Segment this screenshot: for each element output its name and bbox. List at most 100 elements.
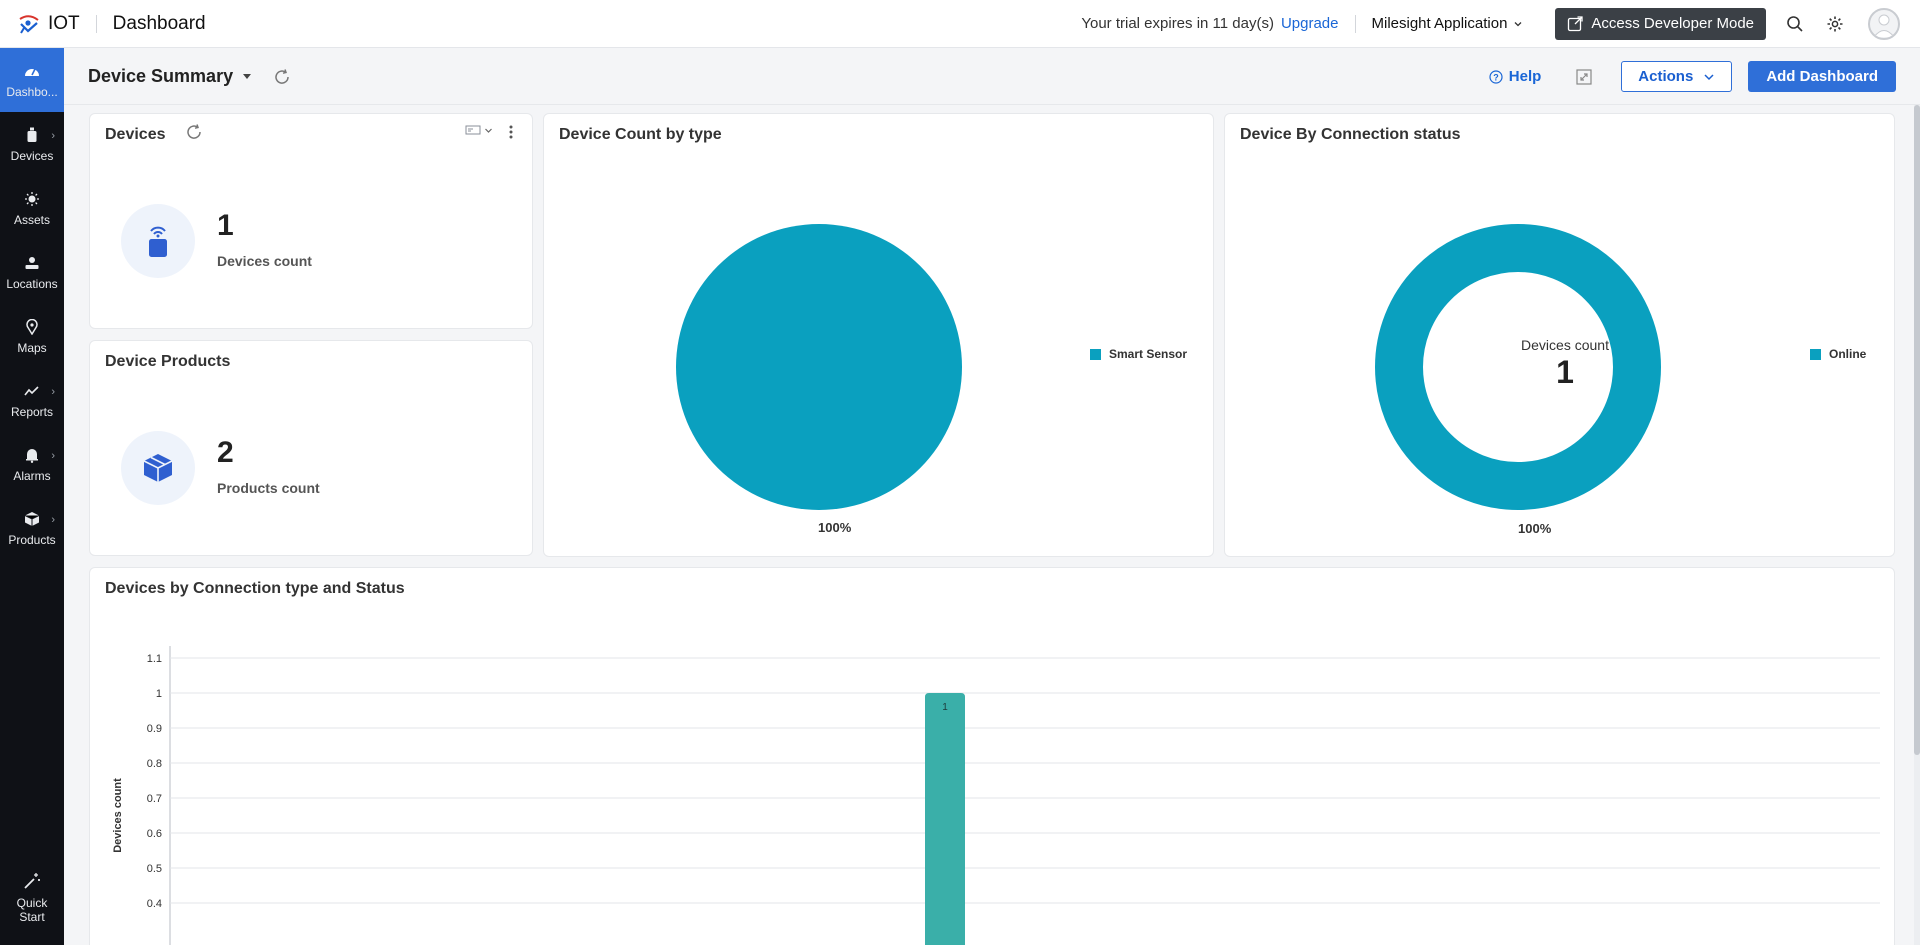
sidebar-item-label: Assets: [13, 212, 50, 227]
sidebar-item-maps[interactable]: Maps: [0, 304, 64, 368]
bar-chart: 1.1 1 0.9 0.8 0.7 0.6 0.5 0.4 Devices count 1: [112, 646, 1880, 945]
sidebar-item-assets[interactable]: Assets: [0, 176, 64, 240]
app-name: Milesight Application: [1371, 15, 1508, 32]
sidebar-item-products[interactable]: Products ›: [0, 496, 64, 560]
pie-slice[interactable]: [676, 224, 962, 510]
view-switcher[interactable]: [465, 124, 493, 136]
actions-label: Actions: [1638, 68, 1694, 85]
slice-percent-label: 100%: [818, 520, 852, 535]
chevron-down-icon: [1704, 73, 1714, 80]
avatar[interactable]: [1868, 7, 1900, 40]
widget-title: Devices: [105, 126, 166, 143]
legend-item[interactable]: Smart Sensor: [1090, 347, 1187, 361]
legend-swatch: [1090, 348, 1101, 360]
brand-name: IOT: [48, 12, 80, 34]
sidebar-item-label: Products: [8, 532, 56, 547]
developer-mode-button[interactable]: Access Developer Mode: [1555, 7, 1766, 40]
upgrade-link[interactable]: Upgrade: [1281, 15, 1339, 32]
slice-percent-label: 100%: [1518, 521, 1552, 536]
legend-label: Smart Sensor: [1109, 347, 1188, 361]
products-count-value: 2: [217, 436, 234, 469]
help-icon: ?: [1489, 69, 1503, 84]
y-tick-label: 1.1: [147, 653, 162, 665]
sidebar-item-label: Maps: [17, 340, 47, 355]
sidebar-item-reports[interactable]: Reports ›: [0, 368, 64, 432]
y-axis-label: Devices count: [112, 778, 124, 853]
legend-label: Online: [1829, 347, 1867, 361]
widget-title: Device Products: [105, 353, 231, 370]
magic-wand-icon: [24, 873, 40, 889]
help-link[interactable]: ? Help: [1489, 68, 1541, 85]
card-view-icon: [465, 125, 481, 135]
app-selector[interactable]: Milesight Application: [1372, 15, 1524, 32]
y-tick-label: 0.8: [147, 758, 162, 770]
device-icon: [23, 126, 41, 144]
iot-logo-icon: [16, 11, 42, 37]
sidebar-item-label: Dashbo...: [6, 84, 58, 99]
asset-icon: [23, 190, 41, 208]
sidebar-item-dashboard[interactable]: Dashbo...: [0, 48, 64, 112]
developer-mode-label: Access Developer Mode: [1591, 15, 1754, 32]
quick-start-button[interactable]: Quick Start: [0, 864, 64, 934]
brand[interactable]: IOT Dashboard: [0, 0, 206, 48]
products-count-label: Products count: [217, 480, 320, 496]
external-link-icon: [1568, 15, 1584, 31]
search-icon[interactable]: [1784, 13, 1806, 35]
trial-text: Your trial expires in 11 day(s): [1081, 15, 1274, 32]
page-name: Dashboard: [112, 12, 206, 34]
sidebar-item-label: Devices: [10, 148, 54, 163]
add-dashboard-label: Add Dashboard: [1766, 68, 1878, 85]
sidebar-item-alarms[interactable]: Alarms ›: [0, 432, 64, 496]
chevron-right-icon: ›: [51, 386, 55, 398]
chevron-right-icon: ›: [51, 450, 55, 462]
sidebar-item-label: Alarms: [13, 468, 51, 483]
donut-chart: [1375, 224, 1661, 510]
y-tick-label: 0.9: [147, 723, 162, 735]
scrollbar-thumb[interactable]: [1914, 105, 1920, 755]
dashboard-icon: [23, 62, 41, 80]
refresh-icon[interactable]: [185, 123, 203, 141]
bar-data-label: 1: [942, 702, 948, 713]
devices-count-value: 1: [217, 209, 234, 242]
products-widget: Device Products 2 Products count: [89, 340, 533, 556]
device-count-by-type-widget: Device Count by type Smart Sensor 100%: [543, 113, 1214, 557]
chevron-right-icon: ›: [51, 514, 55, 526]
page-scrollbar[interactable]: [1914, 105, 1920, 945]
more-vertical-icon[interactable]: [508, 124, 514, 140]
sidebar-item-locations[interactable]: Locations: [0, 240, 64, 304]
sidebar-item-label: Reports: [10, 404, 54, 419]
sidebar: Dashbo... Devices › Assets Locations Map…: [0, 48, 64, 945]
dashboard-selector[interactable]: Device Summary: [88, 66, 252, 87]
quick-start-label: Quick: [16, 896, 48, 910]
product-kpi-icon: [121, 431, 195, 505]
map-pin-icon: [23, 318, 41, 336]
gear-icon[interactable]: [1824, 13, 1846, 35]
device-kpi-icon: [121, 204, 195, 278]
chevron-right-icon: ›: [51, 130, 55, 142]
add-dashboard-button[interactable]: Add Dashboard: [1748, 61, 1896, 92]
chevron-down-icon: [485, 128, 492, 133]
refresh-icon[interactable]: [273, 68, 291, 86]
legend-item[interactable]: Online: [1810, 347, 1866, 361]
expand-icon[interactable]: [1575, 68, 1593, 86]
y-tick-label: 1: [156, 688, 162, 700]
legend-swatch: [1810, 348, 1821, 360]
svg-text:?: ?: [1493, 72, 1499, 82]
y-tick-label: 0.6: [147, 828, 162, 840]
bar[interactable]: [925, 693, 965, 945]
dashboard-title: Device Summary: [88, 66, 234, 86]
donut-center-value: 1: [1556, 354, 1574, 390]
quick-start-label: Start: [19, 910, 45, 924]
chevron-down-icon: [1514, 21, 1522, 26]
reports-icon: [23, 382, 41, 400]
top-bar: IOT Dashboard Your trial expires in 11 d…: [0, 0, 1920, 48]
dashboard-header: Device Summary ? Help Actions Add Dashbo…: [64, 49, 1920, 105]
devices-count-label: Devices count: [217, 253, 312, 269]
sidebar-item-devices[interactable]: Devices ›: [0, 112, 64, 176]
connection-type-status-widget: Devices by Connection type and Status 1.…: [89, 567, 1895, 945]
y-tick-label: 0.7: [147, 793, 162, 805]
divider: [1354, 14, 1356, 33]
actions-button[interactable]: Actions: [1621, 61, 1733, 92]
device-by-connection-status-widget: Device By Connection status Devices coun…: [1224, 113, 1895, 557]
y-tick-label: 0.5: [147, 863, 162, 875]
